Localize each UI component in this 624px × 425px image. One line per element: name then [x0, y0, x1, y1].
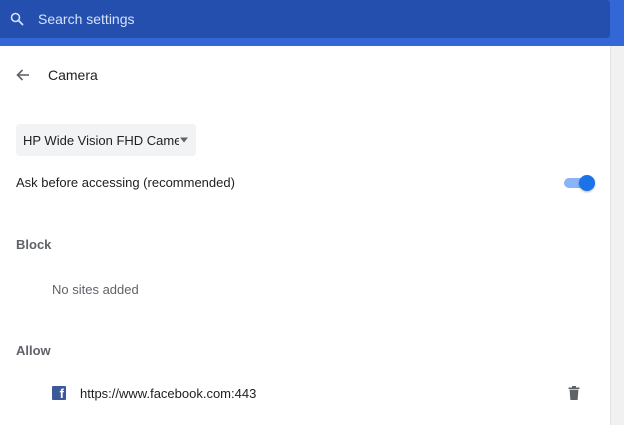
- top-bar: [0, 0, 624, 46]
- block-section-heading: Block: [16, 237, 52, 252]
- dropdown-arrow-icon: [179, 137, 189, 143]
- allowed-site-row[interactable]: f https://www.facebook.com:443: [0, 378, 600, 408]
- trash-icon: [568, 386, 580, 400]
- page-title: Camera: [48, 67, 98, 83]
- toggle-knob: [579, 175, 595, 191]
- back-arrow-icon: [16, 69, 29, 81]
- camera-select[interactable]: HP Wide Vision FHD Camera: [16, 124, 196, 156]
- ask-before-accessing-toggle[interactable]: [564, 175, 595, 191]
- ask-before-accessing-label: Ask before accessing (recommended): [16, 175, 235, 190]
- delete-button[interactable]: [566, 385, 582, 401]
- search-icon: [10, 12, 24, 26]
- scrollbar[interactable]: [610, 46, 624, 425]
- facebook-icon: f: [52, 386, 66, 400]
- back-button[interactable]: [12, 64, 34, 86]
- subpage-header: Camera: [0, 60, 600, 90]
- camera-select-value: HP Wide Vision FHD Camera: [23, 132, 179, 148]
- site-url[interactable]: https://www.facebook.com:443: [80, 386, 256, 401]
- allow-section-heading: Allow: [16, 343, 51, 358]
- search-input[interactable]: [38, 11, 438, 27]
- block-empty-text: No sites added: [52, 282, 139, 297]
- search-box[interactable]: [0, 0, 610, 38]
